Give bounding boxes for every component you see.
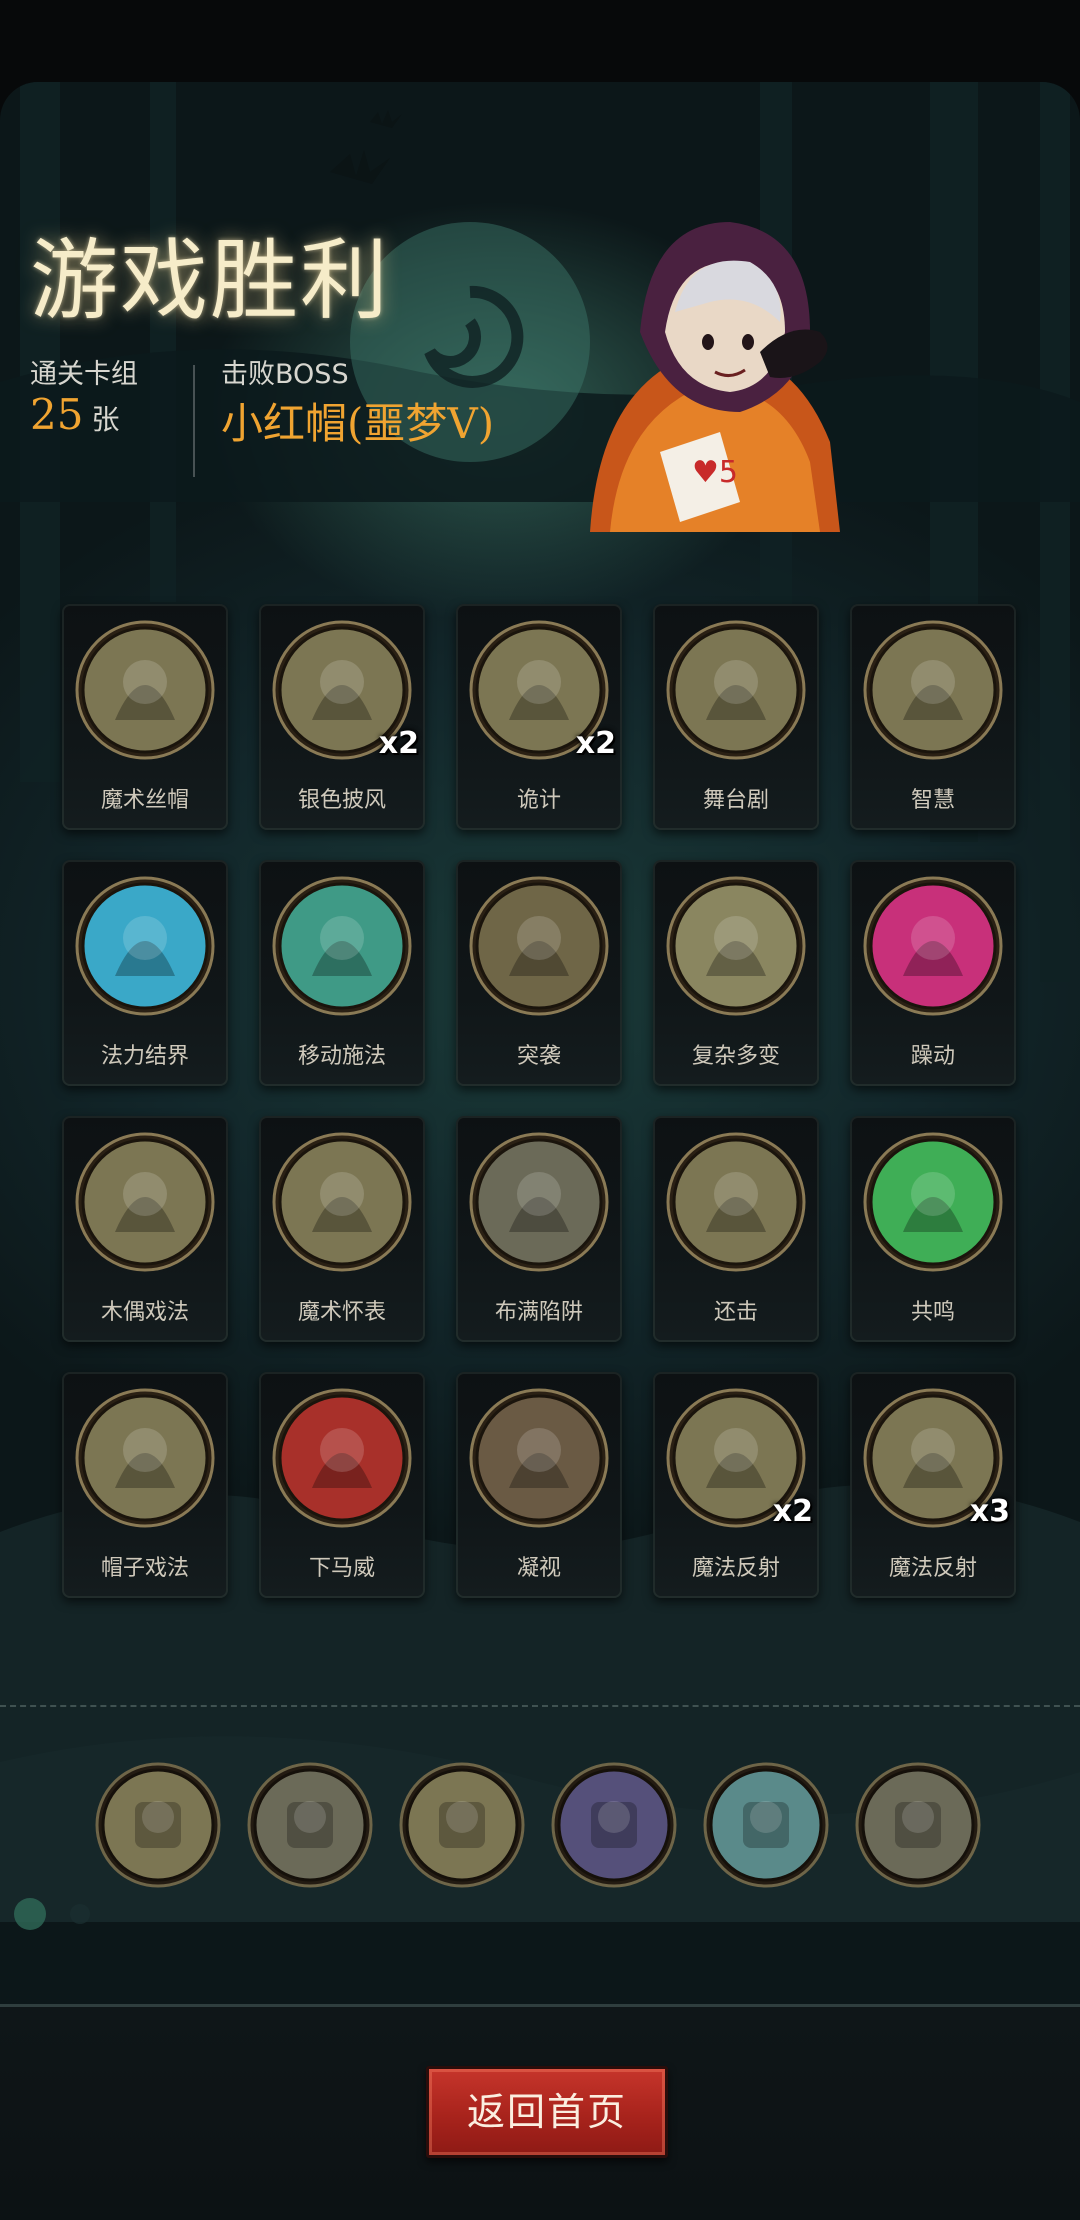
boss-label: 击败BOSS	[221, 359, 349, 390]
card-name: 移动施法	[297, 1044, 386, 1069]
deck-card[interactable]: x2 银色披风	[259, 604, 425, 830]
ambush-icon	[469, 876, 609, 1016]
deck-card[interactable]: 魔术丝帽	[62, 604, 228, 830]
card-count-badge: x2	[772, 1494, 813, 1529]
card-name: 银色披风	[297, 788, 386, 813]
mana-barrier-icon	[75, 876, 215, 1016]
rabbit-hat-icon	[75, 1388, 215, 1528]
card-count-badge: x2	[378, 726, 419, 761]
deck-card[interactable]: 魔术怀表	[259, 1116, 425, 1342]
card-name: 舞台剧	[702, 788, 769, 813]
magic-reflect-relic-icon[interactable]	[95, 1762, 221, 1888]
deck-card[interactable]: 复杂多变	[653, 860, 819, 1086]
owl-gaze-icon	[469, 1388, 609, 1528]
restless-energy-icon	[863, 876, 1003, 1016]
deck-card[interactable]: 共鸣	[850, 1116, 1016, 1342]
deck-card[interactable]: 移动施法	[259, 860, 425, 1086]
counterattack-icon	[666, 1132, 806, 1272]
deck-card[interactable]: 躁动	[850, 860, 1016, 1086]
stat-divider	[193, 365, 195, 477]
deck-unit: 张	[91, 403, 120, 436]
intimidate-icon	[272, 1388, 412, 1528]
deck-card[interactable]: 法力结界	[62, 860, 228, 1086]
bomb-relic-icon[interactable]	[247, 1762, 373, 1888]
boss-portrait: ♥5	[590, 222, 840, 532]
holy-book-relic-icon[interactable]	[551, 1762, 677, 1888]
card-name: 凝视	[516, 1556, 561, 1581]
card-name: 还击	[713, 1300, 758, 1325]
deck-card[interactable]: 突袭	[456, 860, 622, 1086]
return-home-button[interactable]: 返回首页	[426, 2066, 668, 2158]
deck-card[interactable]: 凝视	[456, 1372, 622, 1598]
deck-label: 通关卡组	[30, 359, 138, 390]
deck-card[interactable]: x2 诡计	[456, 604, 622, 830]
treasure-chest-relic-icon[interactable]	[399, 1762, 525, 1888]
deck-card[interactable]: x3 魔法反射	[850, 1372, 1016, 1598]
section-divider	[0, 1705, 1080, 1707]
deck-card[interactable]: 木偶戏法	[62, 1116, 228, 1342]
card-name: 魔术丝帽	[100, 788, 189, 813]
top-hat-clock-icon	[75, 620, 215, 760]
card-name: 魔法反射	[691, 1556, 780, 1581]
card-name: 下马威	[308, 1556, 375, 1581]
resonance-skulls-icon	[863, 1132, 1003, 1272]
deck-count: 25	[30, 390, 84, 439]
card-name: 法力结界	[100, 1044, 189, 1069]
boss-name: 小红帽(噩梦V)	[221, 399, 495, 448]
stage-play-icon	[666, 620, 806, 760]
page-title: 游戏胜利	[30, 229, 391, 332]
svg-text:♥5: ♥5	[692, 455, 738, 490]
hooded-figure-relic-icon[interactable]	[855, 1762, 981, 1888]
card-name: 帽子戏法	[100, 1556, 189, 1581]
deck-card[interactable]: 舞台剧	[653, 604, 819, 830]
card-name: 复杂多变	[691, 1044, 780, 1069]
deck-card[interactable]: 帽子戏法	[62, 1372, 228, 1598]
card-count-badge: x2	[575, 726, 616, 761]
card-count-badge: x3	[969, 1494, 1010, 1529]
card-name: 躁动	[910, 1044, 955, 1069]
green-cube-icon	[666, 876, 806, 1016]
deck-card[interactable]: 智慧	[850, 604, 1016, 830]
deck-card[interactable]: 下马威	[259, 1372, 425, 1598]
card-name: 诡计	[516, 788, 561, 813]
puppet-icon	[75, 1132, 215, 1272]
game-over-screen: ♥5 游戏胜利 通关卡组 25 张 击败BOSS 小红帽(噩梦V) 魔术丝帽 x2 银…	[0, 0, 1080, 2220]
card-name: 共鸣	[910, 1300, 955, 1325]
card-name: 布满陷阱	[494, 1300, 583, 1325]
victory-panel: ♥5 游戏胜利 通关卡组 25 张 击败BOSS 小红帽(噩梦V) 魔术丝帽 x2 银…	[0, 82, 1080, 2220]
relic-row	[0, 1762, 1080, 1892]
card-name: 木偶戏法	[100, 1300, 189, 1325]
card-name: 突袭	[516, 1044, 561, 1069]
wizard-casting-icon	[272, 876, 412, 1016]
card-name: 智慧	[910, 788, 955, 813]
card-name: 魔术怀表	[297, 1300, 386, 1325]
deck-count-wrapper: 25 张	[30, 390, 119, 439]
scholar-icon	[863, 620, 1003, 760]
pocket-watch-icon	[272, 1132, 412, 1272]
spike-trap-icon	[469, 1132, 609, 1272]
deck-card[interactable]: 还击	[653, 1116, 819, 1342]
deck-card[interactable]: x2 魔法反射	[653, 1372, 819, 1598]
deck-card[interactable]: 布满陷阱	[456, 1116, 622, 1342]
card-name: 魔法反射	[888, 1556, 977, 1581]
floating-cards-relic-icon[interactable]	[703, 1762, 829, 1888]
